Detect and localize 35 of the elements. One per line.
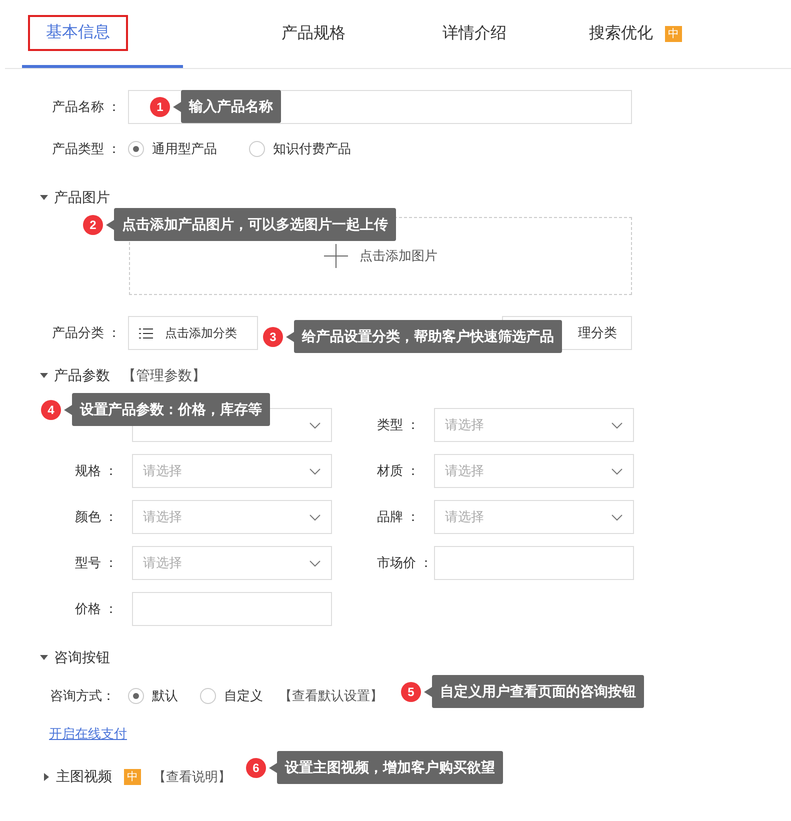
section-title: 产品图片 [54, 188, 110, 207]
field-label: 市场价 ： [377, 554, 434, 572]
radio-label: 自定义 [224, 687, 263, 706]
badge: 中 [665, 26, 682, 42]
hint-tooltip: 设置产品参数：价格，库存等 [72, 393, 270, 426]
field-label: 材质 ： [377, 462, 421, 480]
field-label: 规格 ： [75, 462, 119, 480]
field-label: 类型 ： [377, 416, 421, 434]
radio-label: 知识付费产品 [273, 140, 351, 158]
step-badge: 1 [150, 96, 170, 116]
step-badge: 5 [401, 682, 421, 702]
field-label: 咨询方式： [50, 687, 116, 706]
field-label: 颜色 ： [75, 508, 119, 526]
field-label: 产品名称 ： [52, 98, 122, 116]
hint-tooltip: 输入产品名称 [181, 90, 281, 123]
hint-tooltip: 自定义用户查看页面的咨询按钮 [432, 675, 644, 708]
radio-label: 默认 [152, 687, 178, 706]
step-badge: 6 [246, 758, 266, 778]
section-title: 咨询按钮 [54, 648, 110, 667]
section-title: 主图视频 [56, 767, 112, 786]
field-label: 品牌 ： [377, 508, 421, 526]
hint-tooltip: 点击添加产品图片，可以多选图片一起上传 [114, 208, 396, 241]
section-title: 产品参数 [54, 366, 110, 385]
step-badge: 2 [83, 214, 103, 234]
field-label: 价格 ： [75, 600, 119, 618]
step-badge: 3 [263, 326, 283, 346]
hint-tooltip: 给产品设置分类，帮助客户快速筛选产品 [294, 320, 562, 353]
hint-tooltip: 设置主图视频，增加客户购买欲望 [277, 751, 503, 784]
step-badge: 4 [41, 400, 61, 420]
radio-label: 通用型产品 [152, 140, 217, 158]
field-label: 型号 ： [75, 554, 119, 572]
badge: 中 [124, 768, 141, 784]
upload-label: 点击添加图片 [360, 247, 438, 266]
field-label: 产品分类 ： [52, 324, 122, 342]
field-label: 产品类型 ： [52, 140, 122, 158]
